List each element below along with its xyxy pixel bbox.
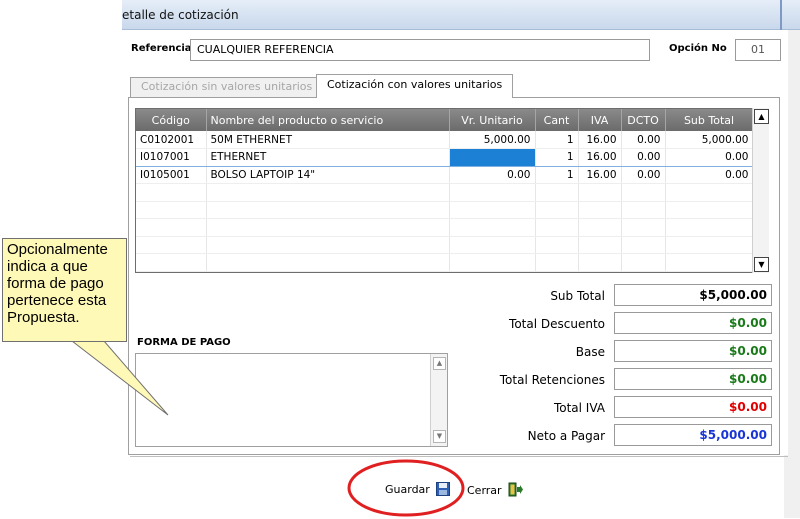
cerrar-label[interactable]: Cerrar	[467, 484, 502, 497]
help-callout: Opcionalmente indica a que forma de pago…	[2, 238, 127, 342]
floppy-disk-icon[interactable]	[436, 482, 451, 496]
exit-door-icon[interactable]	[508, 482, 524, 497]
guardar-button[interactable]: Guardar	[385, 482, 451, 496]
tab-con-valores[interactable]: Cotización con valores unitarios	[316, 74, 514, 98]
guardar-label[interactable]: Guardar	[385, 483, 430, 496]
cerrar-button[interactable]: Cerrar	[467, 482, 524, 497]
